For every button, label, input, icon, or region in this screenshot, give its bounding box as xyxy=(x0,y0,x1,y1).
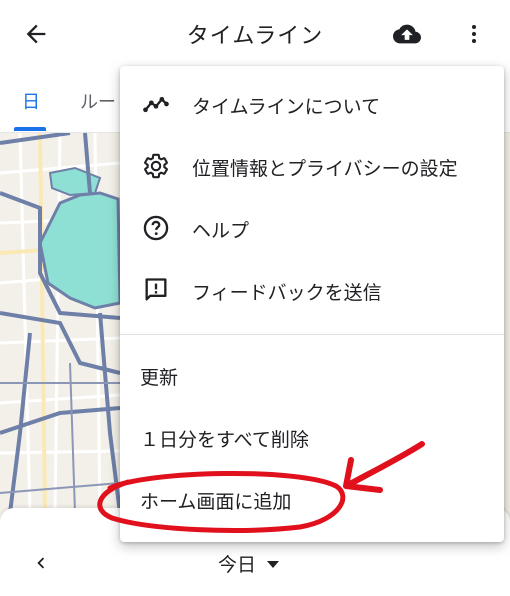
tab-route[interactable]: ルー xyxy=(80,88,116,114)
date-label[interactable]: 今日 xyxy=(218,550,256,577)
cloud-upload-icon[interactable] xyxy=(392,20,422,48)
help-icon xyxy=(143,215,169,241)
overflow-menu: タイムラインについて 位置情報とプライバシーの設定 ヘルプ フィードバックを送信… xyxy=(120,66,504,542)
menu-item-label: ヘルプ xyxy=(192,220,250,242)
menu-item-delete-day[interactable]: １日分をすべて削除 xyxy=(120,409,504,467)
menu-item-refresh[interactable]: 更新 xyxy=(120,347,504,405)
tab-day[interactable]: 日 xyxy=(22,88,40,114)
menu-item-label: フィードバックを送信 xyxy=(192,282,382,304)
menu-item-label: ホーム画面に追加 xyxy=(140,491,292,513)
menu-item-label: １日分をすべて削除 xyxy=(140,429,309,451)
menu-item-location-privacy-settings[interactable]: 位置情報とプライバシーの設定 xyxy=(120,138,504,196)
tab-indicator xyxy=(14,127,46,131)
menu-item-label: タイムラインについて xyxy=(192,96,381,118)
menu-item-add-to-home-screen[interactable]: ホーム画面に追加 xyxy=(120,471,504,529)
menu-item-label: 位置情報とプライバシーの設定 xyxy=(192,158,458,180)
menu-item-about-timeline[interactable]: タイムラインについて xyxy=(120,76,504,134)
menu-item-label: 更新 xyxy=(140,367,179,389)
menu-item-help[interactable]: ヘルプ xyxy=(120,200,504,258)
more-vert-icon[interactable] xyxy=(462,20,486,48)
feedback-icon xyxy=(145,278,167,301)
chevron-left-icon[interactable] xyxy=(30,552,52,574)
menu-item-send-feedback[interactable]: フィードバックを送信 xyxy=(120,262,504,320)
triangle-down-icon[interactable] xyxy=(266,560,280,570)
menu-divider xyxy=(120,334,504,335)
page-title: タイムライン xyxy=(186,24,324,49)
gear-icon xyxy=(144,153,168,179)
timeline-icon xyxy=(143,97,169,113)
app-bar: タイムライン xyxy=(0,0,510,66)
